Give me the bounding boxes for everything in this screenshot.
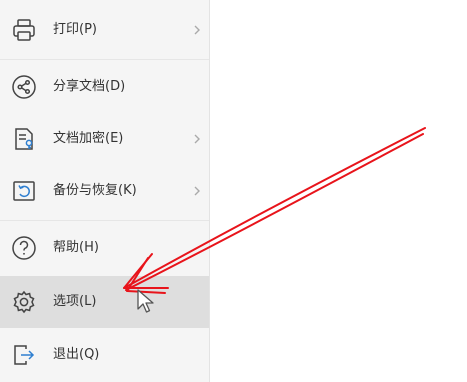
chevron-right-icon [193,133,201,145]
menu-item-options[interactable]: 选项(L) [0,276,209,328]
share-icon [11,74,37,100]
menu-item-help[interactable]: 帮助(H) [0,223,209,273]
menu-item-label: 选项(L) [53,294,97,309]
menu-item-label: 退出(Q) [53,347,100,362]
printer-icon [11,17,37,43]
file-menu: 打印(P) 分享文档(D) 文档加密(E) 备份与恢复(K) 帮助(H) 选项(… [0,0,210,382]
gear-icon [11,289,37,315]
exit-icon [11,342,37,368]
menu-item-share[interactable]: 分享文档(D) [0,62,209,112]
menu-item-print[interactable]: 打印(P) [0,5,209,55]
mouse-cursor-icon [137,289,154,313]
menu-item-exit[interactable]: 退出(Q) [0,330,209,380]
backup-restore-icon [11,178,37,204]
menu-item-label: 备份与恢复(K) [53,183,137,198]
menu-item-label: 文档加密(E) [53,131,124,146]
menu-item-document-encrypt[interactable]: 文档加密(E) [0,114,209,164]
menu-divider [0,59,209,60]
chevron-right-icon [193,24,201,36]
menu-item-label: 分享文档(D) [53,79,126,94]
menu-divider [0,220,209,221]
menu-item-backup-restore[interactable]: 备份与恢复(K) [0,166,209,216]
chevron-right-icon [193,185,201,197]
menu-item-label: 打印(P) [53,22,97,37]
document-encrypt-icon [11,126,37,152]
menu-item-label: 帮助(H) [53,240,99,255]
help-icon [11,235,37,261]
